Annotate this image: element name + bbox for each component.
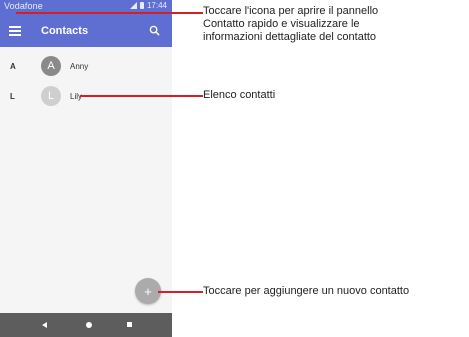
avatar: A [41, 56, 61, 76]
contact-row-anny[interactable]: A A Anny [0, 52, 172, 80]
signal-icon [129, 2, 137, 9]
callout-menu-line-2: Contatto rapido e visualizzare le [203, 18, 360, 30]
page-title: Contacts [41, 25, 89, 37]
menu-bar-2 [9, 30, 21, 32]
section-letter: L [10, 91, 15, 101]
callout-menu-line-3: informazioni dettagliate del contatto [203, 31, 377, 43]
status-icons: 17:44 [129, 1, 167, 10]
app-toolbar: Contacts [0, 14, 172, 47]
home-icon[interactable] [86, 322, 92, 328]
contact-name: Anny [70, 61, 89, 71]
status-time: 17:44 [146, 1, 167, 10]
callout-line-menu [16, 12, 203, 14]
battery-icon [139, 2, 144, 9]
recents-icon[interactable] [127, 322, 132, 327]
avatar: L [41, 86, 61, 106]
callout-line-list [80, 95, 203, 97]
navigation-bar [0, 313, 172, 337]
menu-bar-3 [9, 34, 21, 36]
back-icon[interactable] [42, 322, 47, 328]
callout-text-add: Toccare per aggiungere un nuovo contatto [203, 285, 410, 297]
callout-text-menu: Toccare l'icona per aprire il pannello C… [203, 5, 378, 44]
search-icon[interactable] [149, 25, 160, 36]
carrier-label: Vodafone [4, 1, 43, 11]
menu-icon[interactable] [9, 26, 21, 36]
callout-menu-line-1: Toccare l'icona per aprire il pannello [203, 5, 379, 17]
phone-screen: Vodafone 17:44 Contacts A A Anny L L Lil… [0, 0, 172, 337]
callout-text-list: Elenco contatti [203, 89, 276, 101]
menu-bar-1 [9, 26, 21, 28]
callout-line-add [158, 291, 203, 293]
section-letter: A [10, 61, 16, 71]
